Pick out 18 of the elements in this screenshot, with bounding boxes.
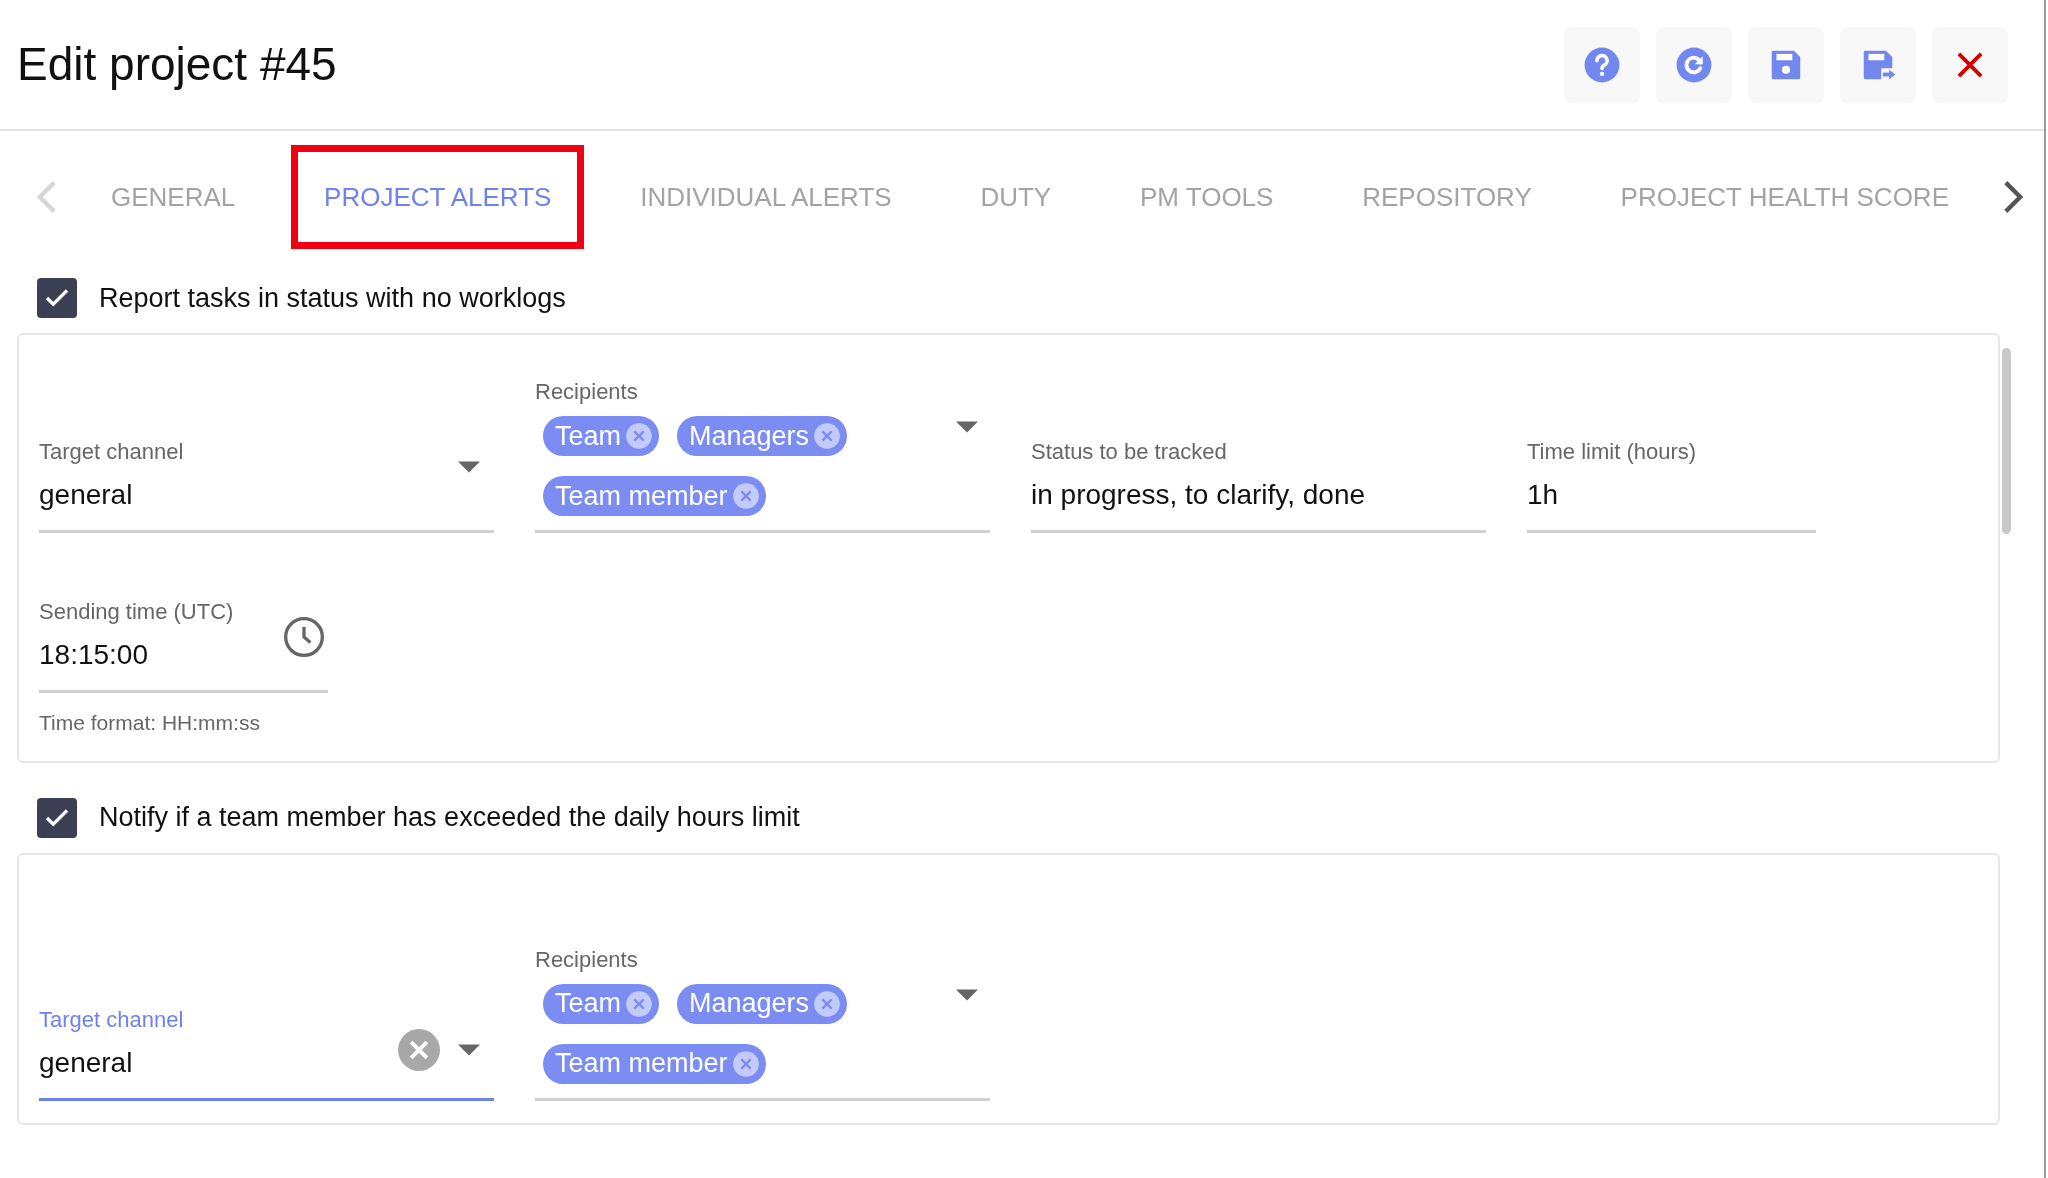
select-field[interactable]: Target channel general: [39, 435, 494, 533]
chip-label: Managers: [689, 419, 810, 453]
text-field[interactable]: Time limit (hours) 1h: [1527, 435, 1816, 533]
tab[interactable]: PROJECT ALERTS: [291, 145, 585, 249]
time-field[interactable]: Sending time (UTC) 18:15:00: [39, 595, 328, 693]
helper-text: Time format: HH:mm:ss: [39, 710, 261, 736]
text-field[interactable]: Status to be tracked in progress, to clarify, done: [1031, 435, 1486, 533]
chips-field[interactable]: Recipients Team Managers Team member: [535, 375, 990, 533]
chip-label: Team member: [555, 1047, 728, 1081]
dialog-title: Edit project #45: [17, 37, 337, 92]
chip-label: Team: [555, 419, 622, 453]
chip-label: Team member: [555, 479, 728, 513]
select-field[interactable]: Target channel general: [39, 1002, 494, 1101]
chip-label: Managers: [689, 987, 810, 1021]
chips-field[interactable]: Recipients Team Managers Team member: [535, 942, 990, 1101]
chip-label: Team: [555, 987, 622, 1021]
checkbox-label: Report tasks in status with no worklogs: [99, 281, 566, 315]
checkbox-label: Notify if a team member has exceeded the daily hours limit: [99, 801, 800, 835]
